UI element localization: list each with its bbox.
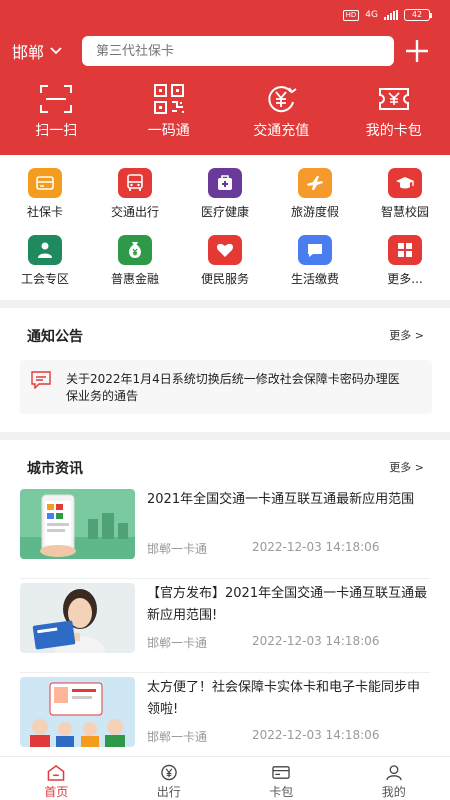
news-source: 邯郸一卡通 [147,636,208,650]
service-medical[interactable]: 医疗健康 [180,168,270,235]
news-thumbnail [20,583,135,653]
service-grid: 社保卡 交通出行 医疗健康 旅游度假 智慧校园 工会专区 普惠金融 便民服务 生… [0,168,450,302]
yen-recharge-icon [268,86,297,113]
tab-label: 卡包 [269,785,294,799]
news-item[interactable]: 太方便了！社会保障卡实体卡和电子卡能同步申领啦! 邯郸一卡通 2022-12-0… [20,677,430,747]
quick-action-label: 一码通 [147,123,190,139]
chat-bubble-icon [298,235,332,265]
service-more[interactable]: 更多... [360,235,450,302]
news-title: 太方便了！社会保障卡实体卡和电子卡能同步申领啦! [147,680,421,717]
card-icon [272,766,290,779]
home-icon [47,764,65,781]
user-icon [386,765,402,781]
section-divider [0,300,450,308]
airplane-icon [298,168,332,198]
service-label: 社保卡 [26,205,63,219]
notice-more-link[interactable]: 更多 > [389,327,424,343]
notice-item[interactable]: 关于2022年1月4日系统切换后统一修改社会保障卡密码办理医保业务的通告 [20,360,432,414]
service-label: 交通出行 [110,205,159,219]
service-finance[interactable]: 普惠金融 [90,235,180,302]
tab-card-wallet[interactable]: 卡包 [225,757,338,800]
service-label: 生活缴费 [290,272,339,286]
quick-actions: 扫一扫 一码通 交通充值 我的卡包 [0,84,450,140]
grid-more-icon [388,235,422,265]
news-source: 邯郸一卡通 [147,542,208,556]
chevron-down-icon [50,47,62,55]
service-transport[interactable]: 交通出行 [90,168,180,235]
tab-label: 出行 [156,785,181,799]
quick-action-label: 我的卡包 [365,123,422,139]
tab-travel[interactable]: 出行 [113,757,226,800]
city-name: 邯郸 [12,43,45,62]
service-union[interactable]: 工会专区 [0,235,90,302]
news-more-link[interactable]: 更多 > [389,459,424,475]
card-wallet-icon [378,88,409,110]
service-row: 社保卡 交通出行 医疗健康 旅游度假 智慧校园 [0,168,450,235]
news-time: 2022-12-03 14:18:06 [252,634,380,648]
heart-icon [208,235,242,265]
quick-action-scan[interactable]: 扫一扫 [0,84,113,140]
news-title: 2021年全国交通一卡通互联互通最新应用范围 [147,492,415,507]
service-label: 医疗健康 [200,205,249,219]
card-icon [28,168,62,198]
service-social-card[interactable]: 社保卡 [0,168,90,235]
qrcode-icon [153,84,184,114]
service-label: 智慧校园 [380,205,429,219]
news-thumbnail [20,677,135,747]
news-time: 2022-12-03 14:18:06 [252,540,380,554]
service-travel[interactable]: 旅游度假 [270,168,360,235]
status-bar: HD 4G 42 [0,0,450,30]
search-input[interactable] [96,43,394,59]
news-thumbnail [20,489,135,559]
news-section-title: 城市资讯 [27,461,83,477]
service-bills[interactable]: 生活缴费 [270,235,360,302]
quick-action-qrcode[interactable]: 一码通 [113,84,226,140]
scan-icon [40,85,73,113]
service-campus[interactable]: 智慧校园 [360,168,450,235]
quick-action-label: 交通充值 [253,123,310,139]
quick-action-card-wallet[interactable]: 我的卡包 [338,84,450,140]
tab-label: 首页 [44,785,69,799]
service-convenience[interactable]: 便民服务 [180,235,270,302]
tab-label: 我的 [381,785,406,799]
service-label: 工会专区 [20,272,69,286]
battery-icon: 42 [404,9,432,21]
search-box[interactable] [82,36,394,66]
tab-mine[interactable]: 我的 [338,757,450,800]
service-label: 便民服务 [200,272,249,286]
top-bar: 邯郸 [0,36,450,66]
app-header: HD 4G 42 邯郸 扫一扫 [0,0,450,155]
money-bag-icon [118,235,152,265]
news-item[interactable]: 2021年全国交通一卡通互联互通最新应用范围 邯郸一卡通 2022-12-03 … [20,489,430,579]
bus-icon [118,168,152,198]
message-icon [31,371,51,389]
service-row: 工会专区 普惠金融 便民服务 生活缴费 更多... [0,235,450,302]
status-indicators: HD 4G 42 [342,9,432,21]
hd-badge: HD [342,9,360,21]
news-title: 【官方发布】2021年全国交通一卡通互联互通最新应用范围! [147,586,428,623]
service-label: 更多... [387,272,423,286]
notice-section-title: 通知公告 [27,329,83,345]
service-label: 普惠金融 [110,272,159,286]
plus-icon[interactable] [404,38,430,64]
medical-kit-icon [208,168,242,198]
city-selector[interactable]: 邯郸 [12,39,62,63]
bottom-tab-bar: 首页 出行 卡包 我的 [0,756,450,800]
signal-icon [384,10,398,20]
quick-action-recharge[interactable]: 交通充值 [225,84,338,140]
news-source: 邯郸一卡通 [147,730,208,744]
section-divider [0,432,450,440]
notice-text: 关于2022年1月4日系统切换后统一修改社会保障卡密码办理医保业务的通告 [66,372,400,403]
quick-action-label: 扫一扫 [35,123,78,139]
news-item[interactable]: 【官方发布】2021年全国交通一卡通互联互通最新应用范围! 邯郸一卡通 2022… [20,583,430,673]
yen-coin-icon [161,764,177,781]
graduation-cap-icon [388,168,422,198]
news-time: 2022-12-03 14:18:06 [252,728,380,742]
tab-home[interactable]: 首页 [0,757,113,800]
network-type: 4G [365,9,378,20]
union-member-icon [28,235,62,265]
service-label: 旅游度假 [290,205,339,219]
